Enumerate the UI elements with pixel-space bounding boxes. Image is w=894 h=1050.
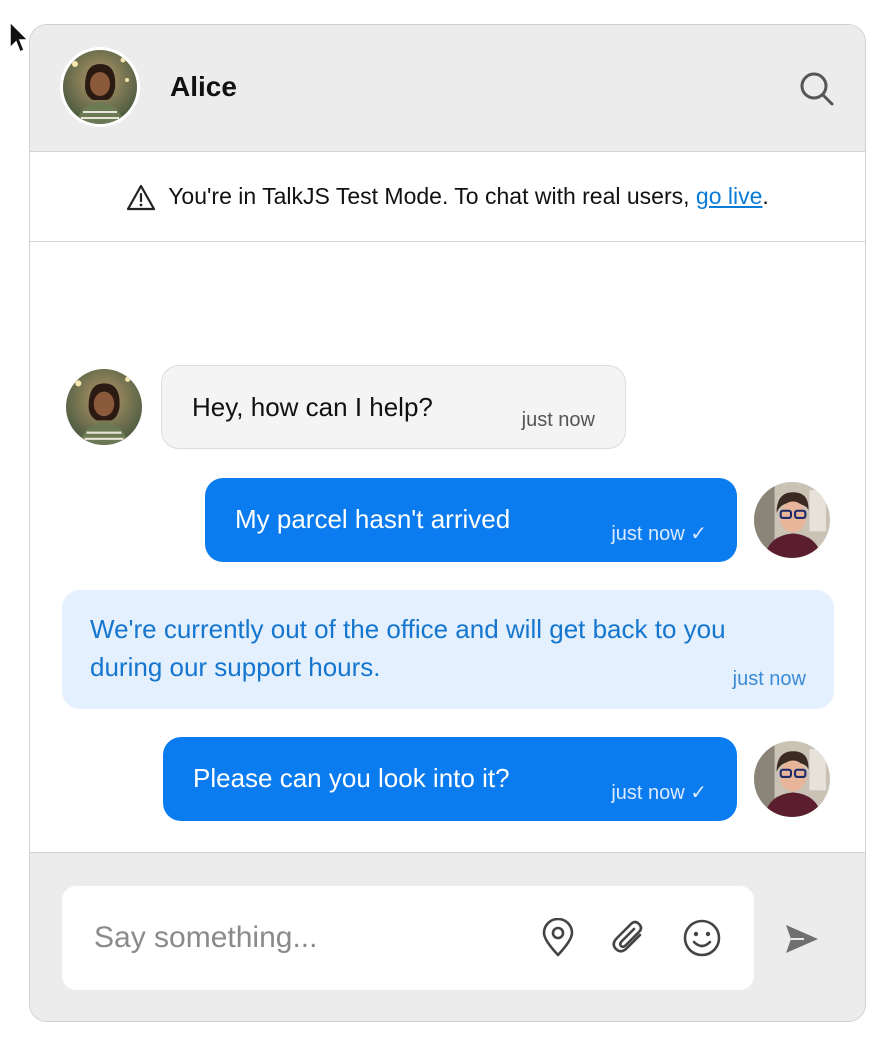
message-text: Please can you look into it?	[193, 763, 510, 793]
smiley-icon[interactable]	[682, 918, 722, 958]
message-timestamp: just now ✓	[611, 523, 707, 545]
message-input[interactable]	[92, 914, 516, 962]
message-text: Hey, how can I help?	[192, 392, 433, 422]
send-icon[interactable]	[782, 919, 822, 959]
message-list[interactable]: Hey, how can I help? just now My parcel …	[30, 242, 865, 852]
chat-header: Alice	[30, 25, 865, 152]
warning-icon	[127, 184, 156, 210]
message-timestamp: just now	[521, 409, 595, 431]
message-timestamp: just now ✓	[611, 782, 707, 804]
notice-text: You're in TalkJS Test Mode. To chat with…	[168, 183, 769, 210]
user-avatar[interactable]	[754, 482, 830, 558]
notice-suffix: .	[762, 183, 769, 209]
message-bubble-incoming[interactable]: Hey, how can I help? just now	[161, 365, 626, 449]
message-text: We're currently out of the office and wi…	[90, 614, 726, 682]
message-input-container[interactable]	[62, 886, 754, 990]
mouse-cursor-icon	[9, 20, 30, 54]
message-timestamp: just now	[732, 668, 806, 690]
alice-avatar[interactable]	[66, 369, 142, 445]
contact-name: Alice	[170, 71, 237, 102]
alice-avatar[interactable]	[60, 47, 140, 127]
message-bubble-outgoing[interactable]: My parcel hasn't arrived just now ✓	[205, 478, 737, 562]
user-avatar[interactable]	[754, 741, 830, 817]
chat-window: Alice You're in TalkJS Test Mode. To cha…	[29, 24, 866, 1022]
message-bubble-outgoing[interactable]: Please can you look into it? just now ✓	[163, 737, 737, 821]
message-text: My parcel hasn't arrived	[235, 504, 511, 534]
paperclip-icon[interactable]	[610, 918, 650, 958]
test-mode-notice: You're in TalkJS Test Mode. To chat with…	[30, 152, 865, 242]
message-composer	[30, 852, 865, 1021]
system-message-bubble: We're currently out of the office and wi…	[62, 590, 834, 709]
location-pin-icon[interactable]	[538, 918, 578, 958]
go-live-link[interactable]: go live	[696, 183, 762, 209]
search-icon[interactable]	[797, 69, 837, 109]
notice-message: You're in TalkJS Test Mode. To chat with…	[168, 183, 696, 209]
